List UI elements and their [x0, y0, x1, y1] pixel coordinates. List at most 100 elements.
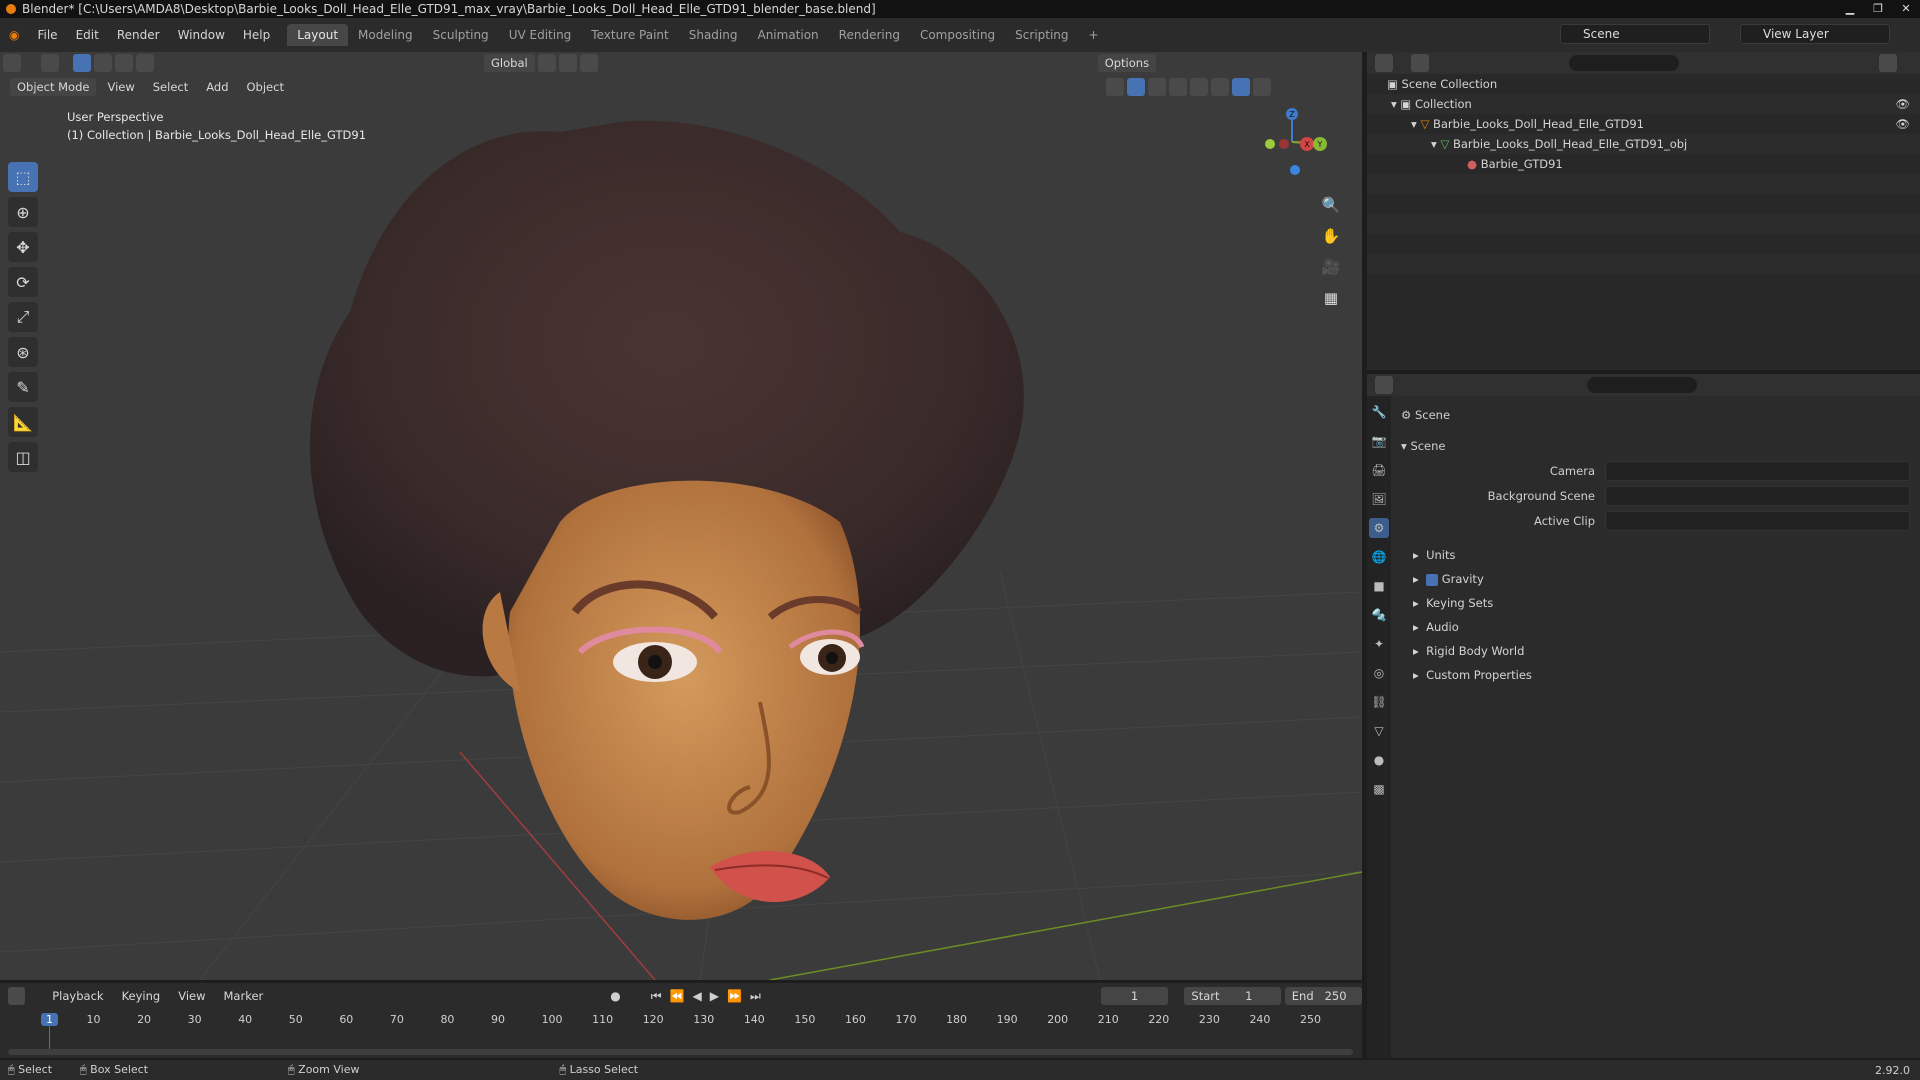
start-frame-field[interactable]: Start 1 [1184, 987, 1281, 1005]
material-tab-icon[interactable]: ● [1369, 750, 1389, 770]
scene-tab-icon[interactable]: ⚙ [1369, 518, 1389, 538]
wireframe-shading-icon[interactable] [1189, 78, 1208, 96]
3d-viewport[interactable]: Global Options Object Mode View Select A… [0, 52, 1362, 980]
select-box-tool-icon[interactable]: ⬚ [8, 162, 38, 192]
editor-type-icon[interactable] [3, 54, 21, 72]
zoom-icon[interactable]: 🔍 [1318, 192, 1344, 218]
custom-properties-panel[interactable]: ▸ Custom Properties [1401, 663, 1910, 687]
annotate-tool-icon[interactable]: ✎ [8, 372, 38, 402]
background-scene-field[interactable] [1605, 485, 1910, 506]
select-tool-icon[interactable] [41, 54, 59, 72]
current-frame-field[interactable]: 1 [1100, 987, 1169, 1005]
properties-editor-icon[interactable] [1375, 376, 1393, 394]
solid-shading-icon[interactable] [1210, 78, 1229, 96]
units-panel[interactable]: ▸ Units [1401, 543, 1910, 567]
timeline-editor-icon[interactable] [8, 987, 26, 1005]
rendered-shading-icon[interactable] [1252, 78, 1271, 96]
tree-row-object[interactable]: ▾ ▽ Barbie_Looks_Doll_Head_Elle_GTD91 👁 [1367, 114, 1920, 134]
scene-selector[interactable]: Scene [1560, 24, 1710, 44]
move-tool-icon[interactable]: ✥ [8, 232, 38, 262]
tab-uv-editing[interactable]: UV Editing [499, 24, 582, 46]
tree-row-scene-collection[interactable]: ▣ Scene Collection [1367, 74, 1920, 94]
modifier-tab-icon[interactable]: 🔩 [1369, 605, 1389, 625]
view-layer-tab-icon[interactable]: 🖼 [1369, 489, 1389, 509]
material-shading-icon[interactable] [1231, 78, 1250, 96]
play-icon[interactable]: ▶ [710, 989, 719, 1003]
transform-tool-icon[interactable]: ⊛ [8, 337, 38, 367]
constraints-tab-icon[interactable]: ⛓ [1369, 692, 1389, 712]
tab-shading[interactable]: Shading [679, 24, 748, 46]
frame-ruler[interactable]: 1 10 20 30 40 50 60 70 80 90 100 110 120 130 140 150 160… [0, 1011, 1362, 1029]
world-tab-icon[interactable]: 🌐 [1369, 547, 1389, 567]
gravity-checkbox[interactable] [1426, 573, 1439, 586]
tab-layout[interactable]: Layout [287, 24, 349, 46]
gravity-panel[interactable]: ▸ Gravity [1401, 567, 1910, 591]
record-icon[interactable]: ● [610, 989, 620, 1003]
pivot-point-icon[interactable] [537, 54, 556, 72]
eye-icon[interactable]: 👁 [1895, 94, 1910, 114]
select-mode-new-icon[interactable] [73, 54, 91, 72]
tab-animation[interactable]: Animation [747, 24, 828, 46]
cursor-tool-icon[interactable]: ⊕ [8, 197, 38, 227]
menu-window[interactable]: Window [169, 18, 234, 52]
menu-file[interactable]: File [28, 18, 66, 52]
prev-keyframe-icon[interactable]: ⏪ [670, 989, 685, 1003]
overlay-toggle-icon[interactable] [1147, 78, 1166, 96]
scale-tool-icon[interactable]: ⤢ [8, 302, 38, 332]
render-tab-icon[interactable]: 📷 [1369, 431, 1389, 451]
tab-rendering[interactable]: Rendering [829, 24, 910, 46]
proportional-editing-icon[interactable] [579, 54, 598, 72]
scene-section-header[interactable]: ▾ Scene [1401, 433, 1910, 458]
rotate-tool-icon[interactable]: ⟳ [8, 267, 38, 297]
add-workspace-icon[interactable]: + [1079, 24, 1109, 46]
camera-view-icon[interactable]: 🎥 [1318, 254, 1344, 280]
texture-tab-icon[interactable]: ▩ [1369, 779, 1389, 799]
select-mode-invert-icon[interactable] [136, 54, 154, 72]
view-layer-selector[interactable]: View Layer [1740, 24, 1890, 44]
particles-tab-icon[interactable]: ✦ [1369, 634, 1389, 654]
outliner-search-input[interactable] [1569, 55, 1679, 71]
select-mode-subtract-icon[interactable] [115, 54, 133, 72]
active-clip-field[interactable] [1605, 510, 1910, 531]
maximize-icon[interactable]: ❐ [1864, 0, 1892, 18]
menu-marker[interactable]: Marker [217, 987, 271, 1005]
properties-search-input[interactable] [1587, 377, 1697, 393]
menu-keying[interactable]: Keying [115, 987, 168, 1005]
minimize-icon[interactable]: ▁ [1836, 0, 1864, 18]
perspective-grid-icon[interactable]: ▦ [1318, 285, 1344, 311]
timeline-scrollbar[interactable] [8, 1049, 1353, 1055]
menu-edit[interactable]: Edit [67, 18, 108, 52]
measure-tool-icon[interactable]: 📐 [8, 407, 38, 437]
navigation-gizmo[interactable]: Z X Y [1252, 102, 1332, 182]
rigid-body-world-panel[interactable]: ▸ Rigid Body World [1401, 639, 1910, 663]
tab-compositing[interactable]: Compositing [910, 24, 1005, 46]
visibility-icon[interactable] [1105, 78, 1124, 96]
xray-icon[interactable] [1168, 78, 1187, 96]
camera-field[interactable] [1605, 460, 1910, 481]
tab-modeling[interactable]: Modeling [348, 24, 423, 46]
menu-help[interactable]: Help [234, 18, 279, 52]
play-reverse-icon[interactable]: ◀ [693, 989, 702, 1003]
menu-playback[interactable]: Playback [45, 987, 110, 1005]
tree-row-mesh[interactable]: ▾ ▽ Barbie_Looks_Doll_Head_Elle_GTD91_ob… [1367, 134, 1920, 154]
end-frame-field[interactable]: End 250 [1284, 987, 1362, 1005]
gizmo-toggle-icon[interactable] [1126, 78, 1145, 96]
filter-icon[interactable] [1879, 54, 1897, 72]
eye-icon[interactable]: 👁 [1895, 114, 1910, 134]
select-mode-extend-icon[interactable] [94, 54, 112, 72]
menu-view[interactable]: View [100, 78, 141, 96]
tab-texture-paint[interactable]: Texture Paint [581, 24, 678, 46]
menu-select[interactable]: Select [146, 78, 195, 96]
object-mode-dropdown[interactable]: Object Mode [10, 78, 97, 96]
tab-sculpting[interactable]: Sculpting [423, 24, 499, 46]
next-keyframe-icon[interactable]: ⏩ [727, 989, 742, 1003]
menu-add[interactable]: Add [199, 78, 235, 96]
physics-tab-icon[interactable]: ◎ [1369, 663, 1389, 683]
data-tab-icon[interactable]: ▽ [1369, 721, 1389, 741]
close-icon[interactable]: ✕ [1892, 0, 1920, 18]
pan-hand-icon[interactable]: ✋ [1318, 223, 1344, 249]
menu-render[interactable]: Render [108, 18, 169, 52]
keying-sets-panel[interactable]: ▸ Keying Sets [1401, 591, 1910, 615]
tree-row-collection[interactable]: ▾ ▣ Collection 👁 [1367, 94, 1920, 114]
tab-scripting[interactable]: Scripting [1005, 24, 1078, 46]
